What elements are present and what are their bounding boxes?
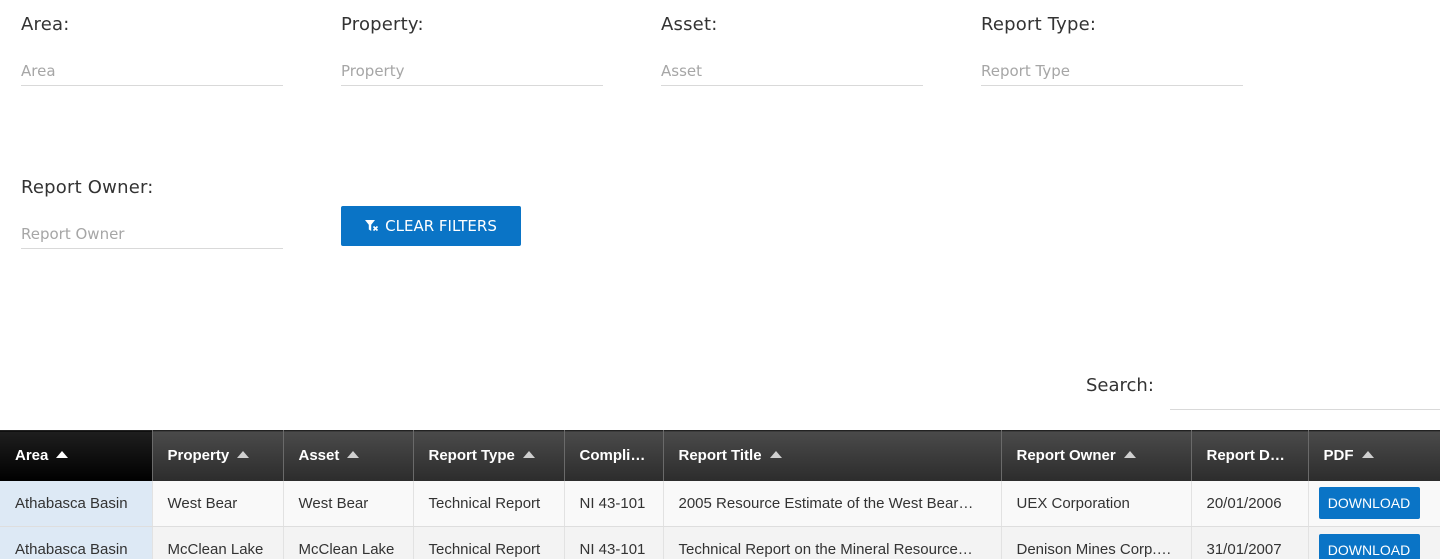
sort-icon [1361,451,1374,459]
cell-report-owner: UEX Corporation [1001,480,1192,527]
sort-icon [237,451,250,459]
asset-filter: Asset: [661,14,923,86]
col-header-area[interactable]: Area [0,430,153,481]
search-label: Search: [1086,375,1154,396]
sort-icon [347,451,360,459]
col-header-label: Area [15,447,49,465]
col-header-label: Property [167,447,230,465]
cell-compliance: NI 43-101 [564,480,664,527]
col-header-label: Report D… [1206,447,1285,465]
area-filter: Area: [21,14,283,86]
search-input[interactable] [1170,372,1440,410]
col-header-label: Report Title [678,447,762,465]
cell-report-title: Technical Report on the Mineral Resource… [663,526,1002,559]
asset-filter-input[interactable] [661,56,923,86]
table-row: Athabasca Basin McClean Lake McClean Lak… [0,526,1440,559]
reports-table: Area Property Asset Report Type Compli… … [0,430,1440,559]
cell-report-date: 31/01/2007 [1191,526,1309,559]
cell-area: Athabasca Basin [0,526,153,559]
cell-property: McClean Lake [152,526,284,559]
report-type-filter-label: Report Type: [981,14,1097,35]
col-header-report-date[interactable]: Report D… [1191,430,1309,481]
sort-icon [522,451,535,459]
report-type-filter: Report Type: [981,14,1243,86]
table-header-row: Area Property Asset Report Type Compli… … [0,430,1440,481]
sort-icon [1123,451,1136,459]
report-owner-filter-label: Report Owner: [21,177,154,198]
col-header-report-title[interactable]: Report Title [663,430,1002,481]
cell-report-type: Technical Report [413,480,565,527]
report-owner-filter-input[interactable] [21,219,283,249]
report-owner-filter: Report Owner: [21,177,283,249]
clear-filters-button[interactable]: CLEAR FILTERS [341,206,521,246]
sort-icon [769,451,782,459]
col-header-label: Asset [298,447,340,465]
property-filter-label: Property: [341,14,424,35]
col-header-asset[interactable]: Asset [283,430,414,481]
cell-compliance: NI 43-101 [564,526,664,559]
cell-asset: West Bear [283,480,414,527]
clear-filters-label: CLEAR FILTERS [385,217,497,235]
col-header-label: Compli… [579,447,646,465]
cell-report-title: 2005 Resource Estimate of the West Bear… [663,480,1002,527]
property-filter: Property: [341,14,603,86]
download-button[interactable]: DOWNLOAD [1318,487,1420,520]
area-filter-input[interactable] [21,56,283,86]
cell-pdf: DOWNLOAD [1308,480,1440,527]
filter-clear-icon [365,219,379,233]
report-type-filter-input[interactable] [981,56,1243,86]
col-header-label: Report Owner [1016,447,1116,465]
col-header-compliance[interactable]: Compli… [564,430,664,481]
table-row: Athabasca Basin West Bear West Bear Tech… [0,480,1440,527]
col-header-label: Report Type [428,447,515,465]
col-header-label: PDF [1323,447,1354,465]
col-header-pdf[interactable]: PDF [1308,430,1440,481]
cell-property: West Bear [152,480,284,527]
cell-area: Athabasca Basin [0,480,153,527]
cell-asset: McClean Lake [283,526,414,559]
sort-asc-icon [56,451,69,459]
area-filter-label: Area: [21,14,70,35]
col-header-property[interactable]: Property [152,430,284,481]
asset-filter-label: Asset: [661,14,718,35]
cell-pdf: DOWNLOAD [1308,526,1440,559]
download-button[interactable]: DOWNLOAD [1318,533,1420,559]
col-header-report-type[interactable]: Report Type [413,430,565,481]
cell-report-type: Technical Report [413,526,565,559]
col-header-report-owner[interactable]: Report Owner [1001,430,1192,481]
cell-report-owner: Denison Mines Corp.… [1001,526,1192,559]
cell-report-date: 20/01/2006 [1191,480,1309,527]
property-filter-input[interactable] [341,56,603,86]
